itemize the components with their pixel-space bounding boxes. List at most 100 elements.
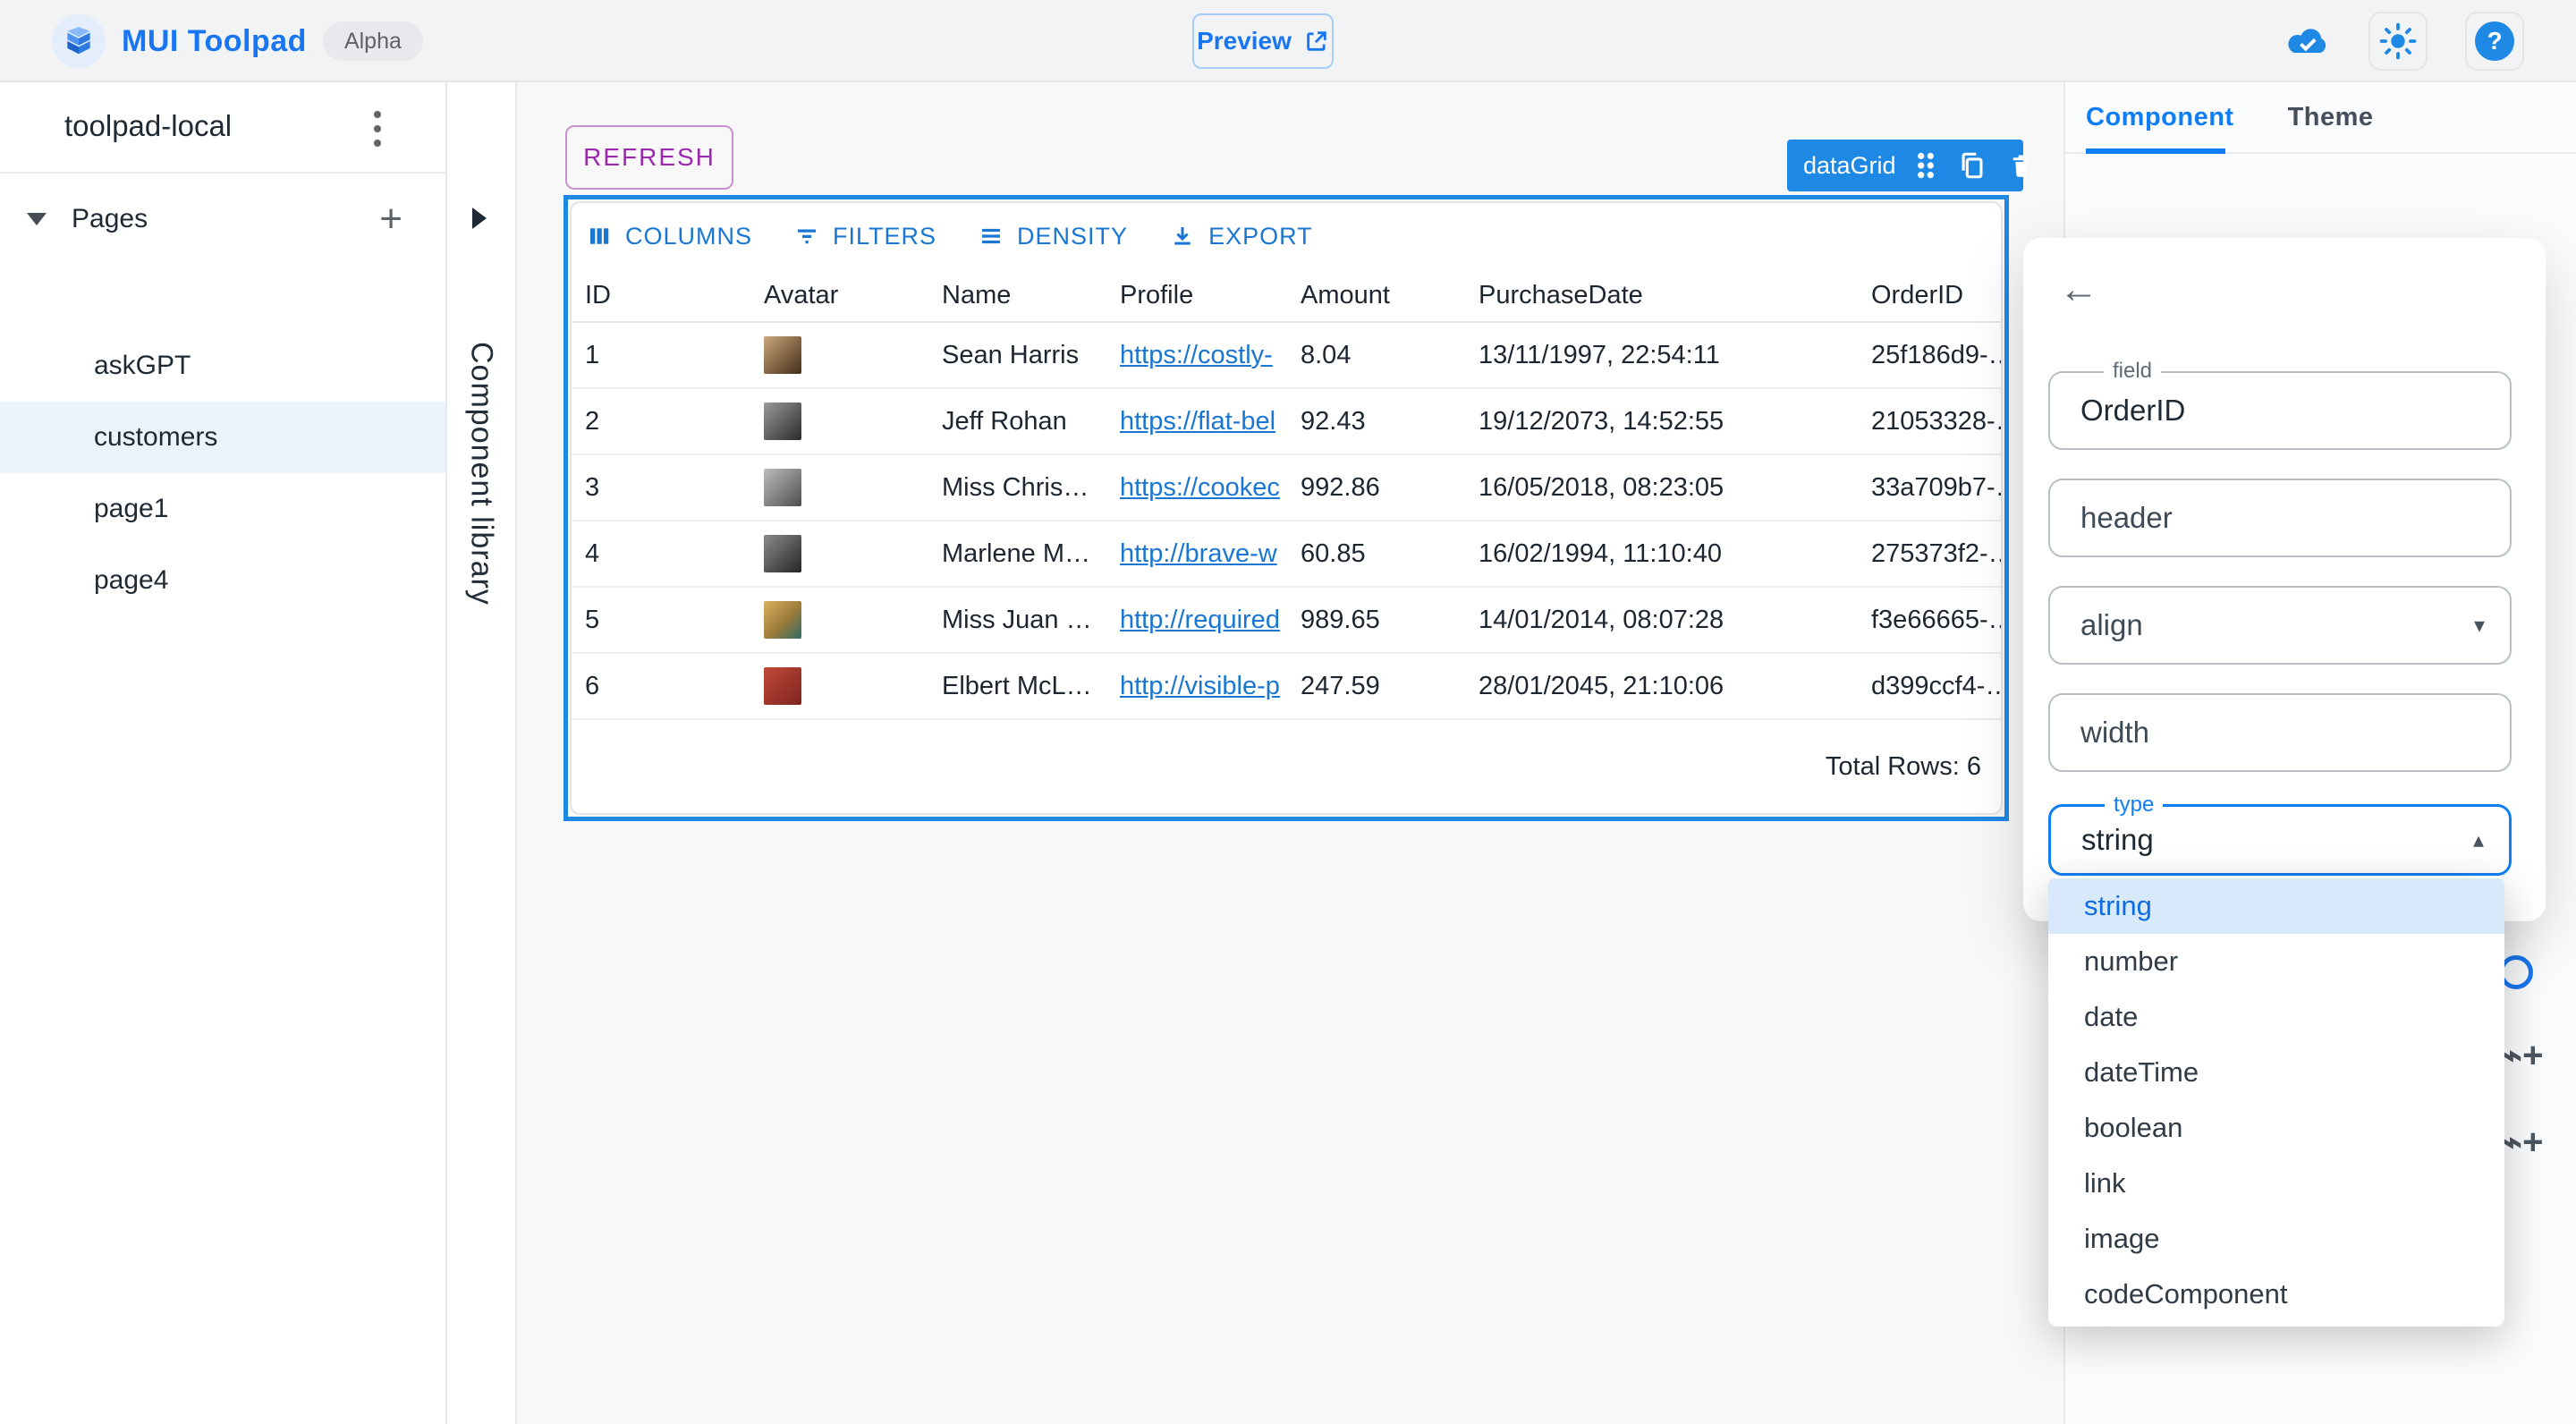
cell-profile-link[interactable]: http://brave-w — [1120, 539, 1301, 569]
component-library-strip[interactable]: Component library — [447, 82, 517, 1424]
expand-library-icon[interactable] — [472, 208, 487, 229]
avatar — [764, 403, 801, 440]
top-bar: MUI Toolpad Alpha Preview ? — [0, 0, 2576, 82]
datagrid-selection-chip[interactable]: dataGrid — [1787, 140, 2029, 191]
sidebar-item-page1[interactable]: page1 — [0, 473, 445, 545]
column-header-name[interactable]: Name — [942, 281, 1120, 310]
datagrid-table: ID Avatar Name Profile Amount PurchaseDa… — [572, 269, 2001, 720]
density-icon — [982, 228, 1001, 244]
page-canvas: REFRESH dataGrid COLUMNS FILTERS DENSITY… — [517, 82, 2063, 1424]
cell-avatar — [764, 336, 942, 374]
cell-avatar — [764, 535, 942, 572]
cell-orderid: 33a709b7-… — [1871, 472, 2001, 502]
cell-name: Miss Juan … — [942, 605, 1092, 634]
datagrid-footer: Total Rows: 6 — [572, 720, 2001, 813]
drag-handle-icon[interactable] — [1914, 150, 1937, 181]
density-button[interactable]: DENSITY — [978, 223, 1128, 250]
menu-item-image[interactable]: image — [2048, 1211, 2504, 1267]
menu-item-date[interactable]: date — [2048, 989, 2504, 1045]
tab-component[interactable]: Component — [2086, 103, 2234, 132]
theme-brightness-button[interactable] — [2368, 12, 2428, 71]
sidebar-item-customers[interactable]: customers — [0, 402, 445, 473]
refresh-button[interactable]: REFRESH — [565, 125, 733, 190]
table-row[interactable]: 4 Marlene M… http://brave-w 60.85 16/02/… — [572, 521, 2001, 588]
table-row[interactable]: 6 Elbert McL… http://visible-p 247.59 28… — [572, 654, 2001, 720]
cell-name: Miss Chris… — [942, 472, 1089, 502]
column-header-purchasedate[interactable]: PurchaseDate — [1479, 281, 1871, 310]
project-name: toolpad-local — [64, 109, 233, 142]
delete-icon[interactable] — [2007, 150, 2036, 181]
export-button[interactable]: EXPORT — [1169, 223, 1313, 250]
app-root: MUI Toolpad Alpha Preview ? toolpad-loca… — [0, 0, 2576, 1424]
header-input-placeholder: header — [2080, 501, 2173, 534]
menu-item-datetime[interactable]: dateTime — [2048, 1045, 2504, 1100]
table-row[interactable]: 1 Sean Harris https://costly- 8.04 13/11… — [572, 323, 2001, 389]
table-row[interactable]: 5 Miss Juan … http://required 989.65 14/… — [572, 588, 2001, 654]
column-header-avatar[interactable]: Avatar — [764, 281, 942, 310]
type-dropdown-menu: string number date dateTime boolean link… — [2048, 877, 2504, 1327]
alpha-badge: Alpha — [322, 21, 423, 61]
back-arrow-icon[interactable]: ← — [2059, 270, 2098, 309]
cell-amount: 92.43 — [1301, 406, 1366, 436]
menu-item-boolean[interactable]: boolean — [2048, 1100, 2504, 1156]
page-item-label: customers — [94, 422, 218, 452]
cell-amount: 992.86 — [1301, 472, 1380, 502]
column-header-profile[interactable]: Profile — [1120, 281, 1301, 310]
page-item-label: askGPT — [94, 351, 191, 380]
avatar — [764, 336, 801, 374]
cell-orderid: f3e66665-… — [1871, 605, 2001, 634]
column-header-orderid[interactable]: OrderID — [1871, 281, 2001, 310]
cell-purchasedate: 19/12/2073, 14:52:55 — [1479, 406, 1724, 436]
filter-icon — [798, 229, 817, 244]
add-binding-icon[interactable]: ⌁+ — [2501, 1124, 2543, 1160]
page-item-label: page1 — [94, 494, 169, 523]
avatar — [764, 469, 801, 506]
menu-item-string[interactable]: string — [2048, 878, 2504, 934]
column-header-id[interactable]: ID — [585, 281, 764, 310]
table-row[interactable]: 3 Miss Chris… https://cookec 992.86 16/0… — [572, 455, 2001, 521]
cell-name: Marlene M… — [942, 538, 1090, 568]
cell-amount: 989.65 — [1301, 605, 1380, 634]
type-select-label: type — [2105, 793, 2164, 818]
collapse-caret-icon[interactable] — [27, 213, 47, 225]
left-sidebar: toolpad-local Pages + askGPT customers p… — [0, 82, 447, 1424]
cell-id: 5 — [585, 605, 600, 634]
add-page-button[interactable]: + — [379, 199, 402, 239]
cell-purchasedate: 14/01/2014, 08:07:28 — [1479, 605, 1724, 634]
columns-button[interactable]: COLUMNS — [586, 223, 752, 250]
align-select-placeholder: align — [2080, 608, 2143, 641]
cell-amount: 8.04 — [1301, 340, 1352, 369]
menu-item-codecomponent[interactable]: codeComponent — [2048, 1267, 2504, 1322]
app-title: MUI Toolpad — [122, 23, 307, 58]
menu-item-link[interactable]: link — [2048, 1156, 2504, 1211]
help-button[interactable]: ? — [2465, 12, 2524, 71]
filters-button[interactable]: FILTERS — [793, 223, 936, 250]
project-menu-icon[interactable] — [356, 104, 399, 154]
cell-profile-link[interactable]: https://costly- — [1120, 341, 1301, 370]
cell-purchasedate: 13/11/1997, 22:54:11 — [1479, 340, 1720, 369]
cell-profile-link[interactable]: http://visible-p — [1120, 672, 1301, 701]
menu-item-number[interactable]: number — [2048, 934, 2504, 989]
duplicate-icon[interactable] — [1957, 150, 1987, 181]
pages-section-header[interactable]: Pages + — [0, 188, 445, 250]
datagrid-component[interactable]: COLUMNS FILTERS DENSITY EXPORT ID Avatar… — [570, 201, 2003, 815]
preview-button[interactable]: Preview — [1192, 13, 1334, 69]
cell-profile-link[interactable]: https://cookec — [1120, 473, 1301, 503]
cell-profile-link[interactable]: https://flat-bel — [1120, 407, 1301, 437]
header-input[interactable]: header — [2048, 479, 2512, 557]
page-item-label: page4 — [94, 565, 169, 595]
field-input[interactable]: field OrderID — [2048, 359, 2512, 450]
add-binding-icon[interactable]: ⌁+ — [2501, 1038, 2543, 1073]
cell-profile-link[interactable]: http://required — [1120, 606, 1301, 635]
width-input[interactable]: width — [2048, 693, 2512, 772]
align-select[interactable]: align ▾ — [2048, 586, 2512, 665]
preview-label: Preview — [1197, 27, 1292, 55]
export-icon — [1174, 227, 1191, 245]
table-row[interactable]: 2 Jeff Rohan https://flat-bel 92.43 19/1… — [572, 389, 2001, 455]
cell-avatar — [764, 667, 942, 705]
sidebar-item-page4[interactable]: page4 — [0, 545, 445, 616]
column-header-amount[interactable]: Amount — [1301, 281, 1479, 310]
tab-theme[interactable]: Theme — [2288, 103, 2374, 132]
sidebar-item-askgpt[interactable]: askGPT — [0, 330, 445, 402]
type-select[interactable]: type string ▴ — [2048, 793, 2512, 876]
